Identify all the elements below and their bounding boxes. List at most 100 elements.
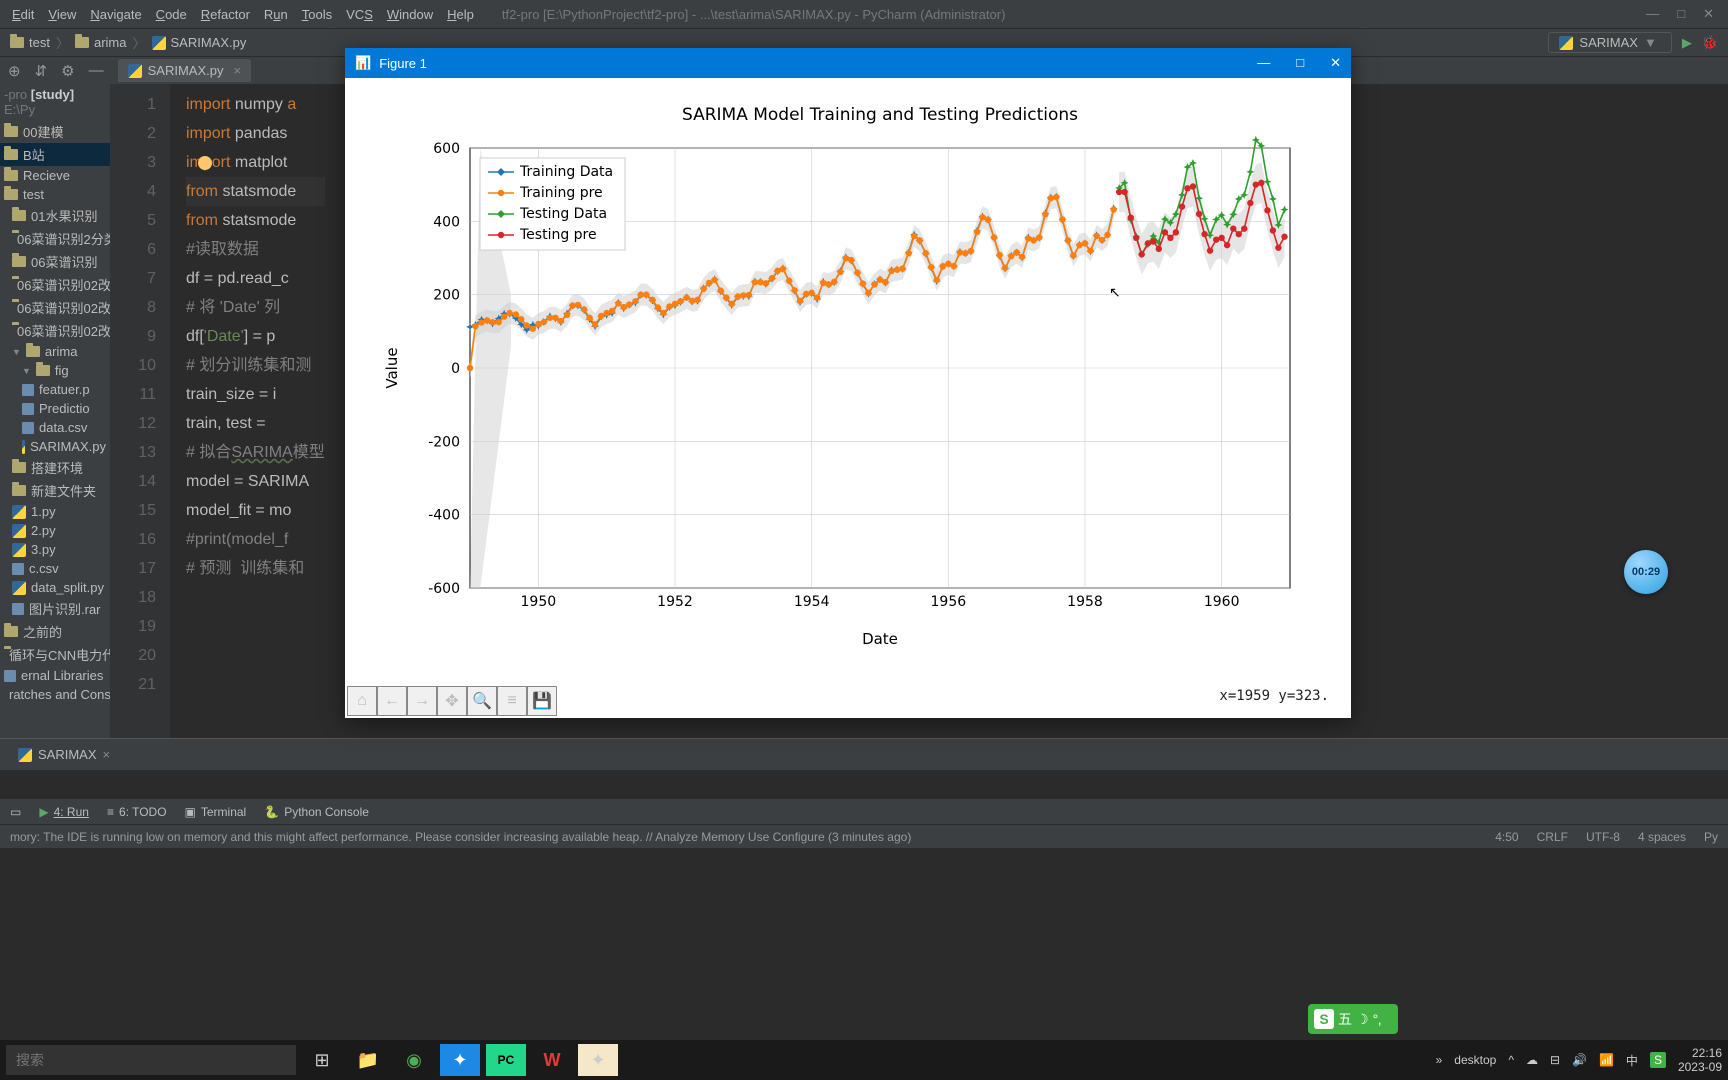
menu-tools[interactable]: Tools (296, 4, 338, 25)
explorer-icon[interactable]: 📁 (348, 1044, 388, 1076)
ime-s-icon[interactable]: S (1650, 1052, 1666, 1068)
sidebar-item[interactable]: 06菜谱识别 (0, 250, 110, 273)
overflow-icon[interactable]: » (1436, 1053, 1443, 1067)
figure-titlebar[interactable]: 📊 Figure 1 ― □ ✕ (345, 48, 1351, 78)
menu-help[interactable]: Help (441, 4, 480, 25)
sidebar-item[interactable]: test (0, 185, 110, 204)
crumb-file[interactable]: SARIMAX.py (152, 35, 247, 50)
browser-icon[interactable]: ◉ (394, 1044, 434, 1076)
sidebar-item[interactable]: ▼arima (0, 342, 110, 361)
close-tab-icon[interactable]: × (103, 747, 111, 762)
sidebar-item[interactable]: 新建文件夹 (0, 479, 110, 502)
code-area[interactable]: import numpy aimport pandasimport matplo… (170, 84, 325, 738)
python-console-toolwindow[interactable]: 🐍 Python Console (264, 805, 369, 819)
hide-icon[interactable]: ― (89, 62, 104, 79)
run-panel-tab[interactable]: SARIMAX × (8, 744, 120, 765)
configure-icon[interactable]: ≡ (497, 686, 527, 716)
sidebar-item[interactable]: 00建模 (0, 120, 110, 143)
sidebar-item[interactable]: 1.py (0, 502, 110, 521)
project-root[interactable]: -pro [study] E:\Py (0, 84, 110, 120)
zoom-icon[interactable]: 🔍 (467, 686, 497, 716)
sidebar-item[interactable]: 06菜谱识别02改 (0, 273, 110, 296)
menu-run[interactable]: Run (258, 4, 294, 25)
sidebar-item[interactable]: 06菜谱识别02改 (0, 319, 110, 342)
crumb-test[interactable]: test (10, 35, 50, 50)
sidebar-item[interactable]: 3.py (0, 540, 110, 559)
maximize-icon[interactable]: □ (1677, 6, 1685, 22)
sidebar-item[interactable]: 2.py (0, 521, 110, 540)
menu-code[interactable]: Code (150, 4, 193, 25)
sidebar-item[interactable]: 06菜谱识别2分类 (0, 227, 110, 250)
memory-warning[interactable]: mory: The IDE is running low on memory a… (10, 830, 911, 844)
task-view-icon[interactable]: ⊞ (302, 1044, 342, 1076)
sidebar-item[interactable]: 循环与CNN电力代码 (0, 643, 110, 666)
net-label[interactable]: desktop (1454, 1053, 1496, 1067)
sidebar-item[interactable]: 搭建环境 (0, 456, 110, 479)
minimize-icon[interactable]: ― (1257, 55, 1270, 71)
sidebar-item[interactable]: B站 (0, 143, 110, 166)
wifi-icon[interactable]: 📶 (1599, 1053, 1614, 1067)
sidebar-item[interactable]: data.csv (0, 418, 110, 437)
tray-icon[interactable]: ⊟ (1550, 1053, 1560, 1067)
indent[interactable]: 4 spaces (1638, 830, 1686, 844)
line-gutter: 123456789101112131415161718192021 (110, 84, 170, 738)
sidebar-item[interactable]: 图片识别.rar (0, 597, 110, 620)
sidebar-item[interactable]: Recieve (0, 166, 110, 185)
chevron-up-icon[interactable]: ^ (1508, 1053, 1514, 1067)
line-ending[interactable]: CRLF (1537, 830, 1568, 844)
caret-position[interactable]: 4:50 (1495, 830, 1518, 844)
encoding[interactable]: UTF-8 (1586, 830, 1620, 844)
sidebar-item[interactable]: SARIMAX.py (0, 437, 110, 456)
ime-tray-icon[interactable]: 中 (1626, 1052, 1638, 1069)
terminal-toolwindow[interactable]: ▣ Terminal (185, 805, 247, 819)
pycharm-icon[interactable]: PC (486, 1044, 526, 1076)
close-icon[interactable]: ✕ (1703, 6, 1714, 22)
debug-icon[interactable]: 🐞 (1702, 35, 1718, 51)
crumb-arima[interactable]: arima (75, 35, 127, 50)
taskbar-search[interactable] (6, 1045, 296, 1075)
minimize-icon[interactable]: ― (1646, 6, 1659, 22)
messages-icon[interactable]: ▭ (10, 805, 21, 819)
menu-refactor[interactable]: Refactor (195, 4, 256, 25)
sidebar-item[interactable]: featuer.p (0, 380, 110, 399)
sidebar-item[interactable]: ratches and Consol (0, 685, 110, 704)
pan-icon[interactable]: ✥ (437, 686, 467, 716)
back-icon[interactable]: ← (377, 686, 407, 716)
sidebar-item[interactable]: c.csv (0, 559, 110, 578)
collapse-icon[interactable]: ⇵ (35, 62, 48, 80)
app-icon-1[interactable]: ✦ (440, 1044, 480, 1076)
app-icon-2[interactable]: W (532, 1044, 572, 1076)
home-icon[interactable]: ⌂ (347, 686, 377, 716)
save-icon[interactable]: 💾 (527, 686, 557, 716)
app-icon-3[interactable]: ✦ (578, 1044, 618, 1076)
sidebar-item[interactable]: 01水果识别 (0, 204, 110, 227)
sidebar-item[interactable]: ernal Libraries (0, 666, 110, 685)
close-tab-icon[interactable]: × (233, 63, 241, 78)
run-icon[interactable]: ▶ (1682, 35, 1692, 51)
run-config-dropdown[interactable]: SARIMAX ▼ (1548, 32, 1671, 53)
volume-icon[interactable]: 🔊 (1572, 1053, 1587, 1067)
menu-view[interactable]: View (42, 4, 82, 25)
maximize-icon[interactable]: □ (1296, 55, 1304, 71)
ime-indicator[interactable]: S 五 ☽ °‚ (1308, 1004, 1398, 1034)
sidebar-item[interactable]: data_split.py (0, 578, 110, 597)
file-tab[interactable]: SARIMAX.py × (118, 59, 251, 82)
forward-icon[interactable]: → (407, 686, 437, 716)
target-icon[interactable]: ⊕ (8, 62, 21, 80)
run-toolwindow[interactable]: ▶4: Run (39, 805, 89, 819)
menu-vcs[interactable]: VCS (340, 4, 379, 25)
sidebar-item[interactable]: 之前的 (0, 620, 110, 643)
taskbar-clock[interactable]: 22:16 2023-09 (1678, 1046, 1722, 1074)
close-icon[interactable]: ✕ (1330, 55, 1341, 71)
sidebar-item[interactable]: ▼fig (0, 361, 110, 380)
menu-navigate[interactable]: Navigate (84, 4, 147, 25)
cloud-icon[interactable]: ☁ (1526, 1053, 1538, 1067)
recording-timer-badge[interactable]: 00:29 (1624, 550, 1668, 594)
intention-bulb-icon[interactable] (198, 156, 212, 170)
sidebar-item[interactable]: 06菜谱识别02改 (0, 296, 110, 319)
menu-edit[interactable]: Edit (6, 4, 40, 25)
gear-icon[interactable]: ⚙ (61, 62, 74, 80)
sidebar-item[interactable]: Predictio (0, 399, 110, 418)
todo-toolwindow[interactable]: ≡ 6: TODO (107, 805, 167, 819)
menu-window[interactable]: Window (381, 4, 439, 25)
